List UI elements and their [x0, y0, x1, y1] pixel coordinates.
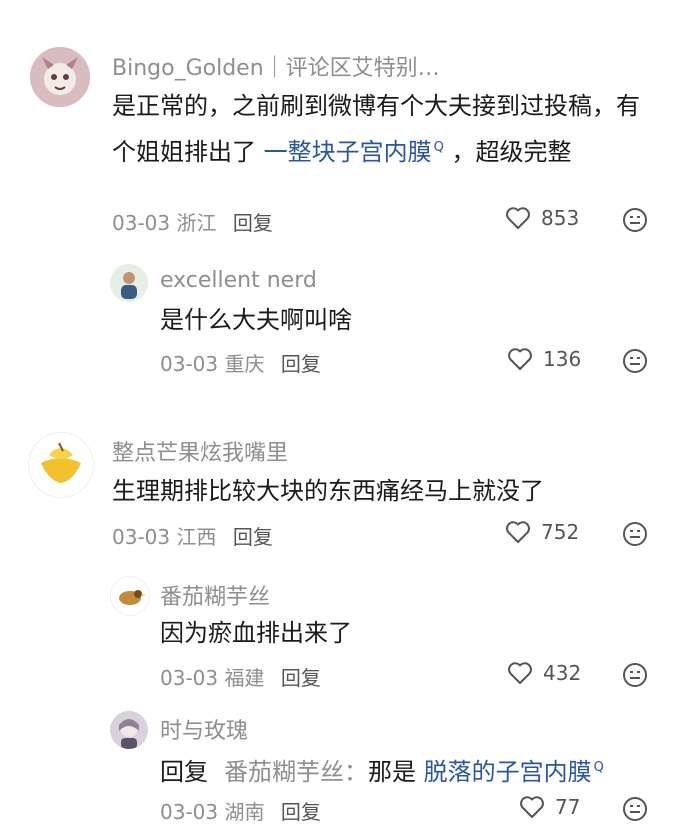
reply-target-user[interactable]: 番茄糊芋丝： — [224, 758, 368, 786]
avatar-anime-icon — [110, 711, 148, 749]
like-count: 432 — [543, 661, 582, 685]
reply-text: 是什么大夫啊叫啥 — [160, 306, 352, 334]
comment-text-after: ，超级完整 — [443, 138, 572, 166]
like-button[interactable]: 77 — [519, 795, 580, 819]
comment-date: 03-03 — [112, 211, 171, 235]
reply-meta: 03-03 湖南 回复 — [160, 796, 321, 825]
like-count: 752 — [541, 520, 580, 544]
search-link[interactable]: 一整块子宫内膜 Q — [264, 138, 444, 166]
reply-meta: 03-03 福建 回复 — [160, 662, 321, 691]
reply-button[interactable]: 回复 — [233, 211, 273, 235]
reply-meta: 03-03 重庆 回复 — [160, 348, 321, 377]
reply-button[interactable]: 回复 — [281, 352, 321, 376]
search-icon: Q — [433, 140, 444, 155]
heart-outline-icon — [520, 796, 544, 818]
comment-location: 江西 — [176, 525, 217, 549]
reply-button[interactable]: 回复 — [281, 800, 321, 824]
emoji-face-icon[interactable] — [622, 662, 648, 688]
avatar[interactable] — [110, 711, 148, 749]
reply-location: 湖南 — [224, 800, 265, 824]
like-count: 77 — [555, 795, 581, 819]
reply-button[interactable]: 回复 — [233, 525, 273, 549]
reply-date: 03-03 — [160, 800, 219, 824]
reply-author[interactable]: 番茄糊芋丝 — [160, 579, 270, 611]
search-link-text: 脱落的子宫内膜 — [423, 758, 592, 786]
reply-button[interactable]: 回复 — [281, 666, 321, 690]
comment-text: 是正常的，之前刷到微博有个大夫接到过投稿，有个姐姐排出了 一整块子宫内膜 Q ，超… — [112, 85, 657, 173]
comment-date: 03-03 — [112, 525, 171, 549]
heart-outline-icon — [506, 521, 530, 543]
comment-location: 浙江 — [176, 211, 217, 235]
like-button[interactable]: 432 — [507, 661, 581, 685]
emoji-face-icon[interactable] — [622, 348, 648, 374]
reply-author[interactable]: excellent nerd — [160, 268, 317, 293]
avatar-mango-icon — [41, 442, 81, 483]
avatar[interactable] — [30, 47, 90, 107]
reply-location: 重庆 — [224, 352, 265, 376]
heart-outline-icon — [506, 207, 530, 229]
emoji-face-icon[interactable] — [622, 521, 648, 547]
emoji-face-icon[interactable] — [622, 796, 648, 822]
avatar-person-icon — [110, 264, 148, 302]
like-count: 853 — [541, 206, 580, 230]
like-button[interactable]: 136 — [507, 347, 581, 371]
comment-meta: 03-03 浙江 回复 — [112, 207, 273, 236]
reply-text: 回复 番茄糊芋丝：那是 脱落的子宫内膜 Q — [160, 747, 604, 793]
heart-outline-icon — [508, 348, 532, 370]
avatar[interactable] — [110, 576, 150, 616]
reply-text: 因为瘀血排出来了 — [160, 619, 352, 647]
reply-author[interactable]: 时与玫瑰 — [160, 713, 248, 745]
search-link-text: 一整块子宫内膜 — [263, 138, 432, 166]
comment-text: 生理期排比较大块的东西痛经马上就没了 — [112, 477, 544, 505]
search-icon: Q — [593, 760, 604, 775]
reply-prefix: 回复 — [160, 758, 208, 786]
avatar[interactable] — [28, 432, 94, 498]
like-button[interactable]: 752 — [505, 520, 579, 544]
avatar[interactable] — [110, 264, 148, 302]
comment-author[interactable]: 整点芒果炫我嘴里 — [112, 435, 288, 467]
reply-date: 03-03 — [160, 352, 219, 376]
like-count: 136 — [543, 347, 582, 371]
search-link[interactable]: 脱落的子宫内膜 Q — [424, 758, 604, 786]
comment-meta: 03-03 江西 回复 — [112, 521, 273, 550]
avatar-cartoon-icon — [30, 47, 90, 107]
reply-location: 福建 — [224, 666, 265, 690]
avatar-bird-icon — [119, 590, 146, 605]
reply-date: 03-03 — [160, 666, 219, 690]
heart-outline-icon — [508, 662, 532, 684]
like-button[interactable]: 853 — [505, 206, 579, 230]
emoji-face-icon[interactable] — [622, 207, 648, 233]
comment-author[interactable]: Bingo_Golden｜评论区艾特别… — [112, 50, 440, 82]
reply-text-before: 那是 — [368, 758, 424, 786]
